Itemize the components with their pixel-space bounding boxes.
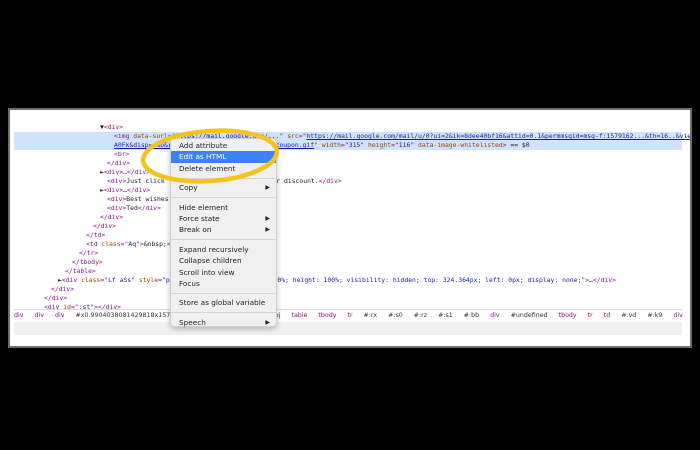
highlight-ellipse-annotation xyxy=(140,128,280,184)
